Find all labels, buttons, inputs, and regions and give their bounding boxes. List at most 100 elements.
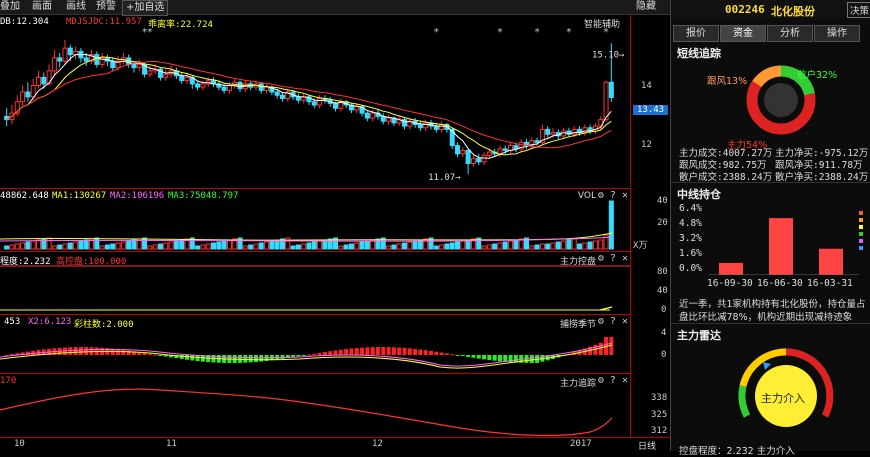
- retail-net: 散户净买:2388.24万: [775, 172, 869, 183]
- volume-bar: [460, 240, 466, 250]
- volume-bar: [343, 244, 349, 250]
- holding-bar: [819, 248, 843, 275]
- decision-button[interactable]: 决策: [847, 2, 870, 18]
- volume-bar: [486, 244, 492, 250]
- candle-body: [502, 148, 508, 151]
- draw-line-button[interactable]: 画线: [66, 0, 86, 14]
- period-button[interactable]: 日线: [638, 439, 656, 452]
- volume-bar: [126, 240, 132, 250]
- volume-bar: [99, 245, 105, 250]
- candle-body: [534, 140, 540, 143]
- candle-body: [608, 81, 614, 99]
- candle-body: [433, 125, 439, 130]
- season-bar: [418, 349, 423, 355]
- bar-y-3.2: 3.2%: [679, 233, 702, 244]
- star-marker: *: [147, 27, 153, 38]
- season-bar: [360, 347, 365, 355]
- track-pane: 170 主力追踪 ⚙ ? ✕: [0, 374, 630, 437]
- season-bar: [529, 355, 534, 363]
- volume-bar: [534, 244, 540, 250]
- season-bar: [487, 355, 492, 361]
- volume-bar: [545, 243, 551, 250]
- candle-body: [57, 57, 63, 62]
- volume-bar: [582, 242, 588, 250]
- volume-bar: [513, 239, 519, 250]
- volume-bar: [550, 242, 556, 250]
- season-bar: [338, 349, 343, 355]
- volume-bar: [115, 242, 121, 250]
- volume-bar: [455, 241, 461, 250]
- season-bar: [407, 348, 412, 355]
- volume-bar: [110, 243, 116, 250]
- bar-x-1: 16-06-30: [757, 278, 803, 289]
- volume-bar: [555, 241, 561, 250]
- control-axis: 80 40 0: [630, 251, 671, 315]
- volume-bar: [195, 245, 201, 250]
- volume-bar: [492, 243, 498, 250]
- tab-operation[interactable]: 操作: [814, 25, 860, 42]
- season-bar: [370, 347, 375, 355]
- control-lines: [0, 265, 630, 311]
- volume-bar: [502, 241, 508, 250]
- volume-bar: [348, 243, 354, 250]
- radar-title: 主力雷达: [677, 329, 721, 342]
- season-bar: [147, 353, 152, 355]
- season-bar: [312, 353, 317, 355]
- candle-body: [163, 73, 169, 78]
- volume-bar: [423, 238, 429, 250]
- volume-bar: [179, 239, 185, 250]
- season-bar: [397, 347, 402, 355]
- volume-bar: [598, 239, 604, 250]
- overlay-button[interactable]: 叠加: [0, 0, 20, 14]
- hide-panel-button[interactable]: 隐藏: [636, 0, 656, 14]
- volume-bar: [4, 245, 10, 250]
- tab-quote[interactable]: 报价: [673, 25, 719, 42]
- volume-bar: [386, 245, 392, 250]
- candle-body: [83, 57, 89, 62]
- volume-bar: [481, 245, 487, 250]
- volume-bar: [439, 244, 445, 250]
- candlestick-chart[interactable]: * * * * * * *15.10→11.07→: [0, 15, 630, 187]
- candle-body: [62, 47, 68, 62]
- candle-body: [354, 106, 360, 111]
- volume-bar: [211, 242, 217, 250]
- volume-bar: [163, 242, 169, 250]
- time-axis: 10 11 12 2017 日线: [0, 437, 670, 452]
- star-marker: *: [566, 27, 572, 38]
- candle-body: [364, 112, 370, 119]
- candle-body: [486, 151, 492, 156]
- volume-bar: [566, 239, 572, 250]
- view-button[interactable]: 画面: [32, 0, 52, 14]
- bar-y-0.0: 0.0%: [679, 263, 702, 274]
- season-bar: [185, 355, 189, 360]
- volume-bar: [561, 240, 567, 250]
- candle-body: [20, 91, 26, 103]
- control-label-40: 40: [657, 286, 668, 296]
- star-marker: *: [534, 27, 540, 38]
- candle-body: [147, 70, 153, 75]
- season-bar: [439, 352, 444, 355]
- candle-body: [571, 128, 577, 135]
- candle-body: [603, 81, 609, 121]
- add-watchlist-button[interactable]: +加自选: [122, 0, 169, 16]
- mid-hold-desc-1: 近一季，共1家机构持有北化股份，持仓量占: [679, 299, 866, 310]
- volume-bar: [25, 241, 31, 250]
- control-label-80: 80: [657, 267, 668, 277]
- season-bar: [301, 355, 306, 356]
- tab-capital[interactable]: 资金: [720, 25, 766, 42]
- candle-body: [279, 94, 285, 99]
- season-bar: [333, 350, 338, 355]
- volume-pane: 48862.648 MA1:130267 MA2:106196 MA3:7504…: [0, 189, 630, 251]
- season-bar: [280, 355, 285, 359]
- volume-bar: [311, 241, 317, 250]
- volume-bar: [157, 243, 163, 250]
- volume-bar: [62, 243, 68, 250]
- volume-bar: [354, 242, 360, 250]
- candle-body: [195, 83, 201, 88]
- candle-body: [136, 63, 142, 69]
- season-bar: [73, 347, 78, 355]
- tab-analysis[interactable]: 分析: [767, 25, 813, 42]
- alert-button[interactable]: 预警: [96, 0, 116, 14]
- volume-bar: [396, 243, 402, 250]
- volume-bar: [51, 245, 57, 250]
